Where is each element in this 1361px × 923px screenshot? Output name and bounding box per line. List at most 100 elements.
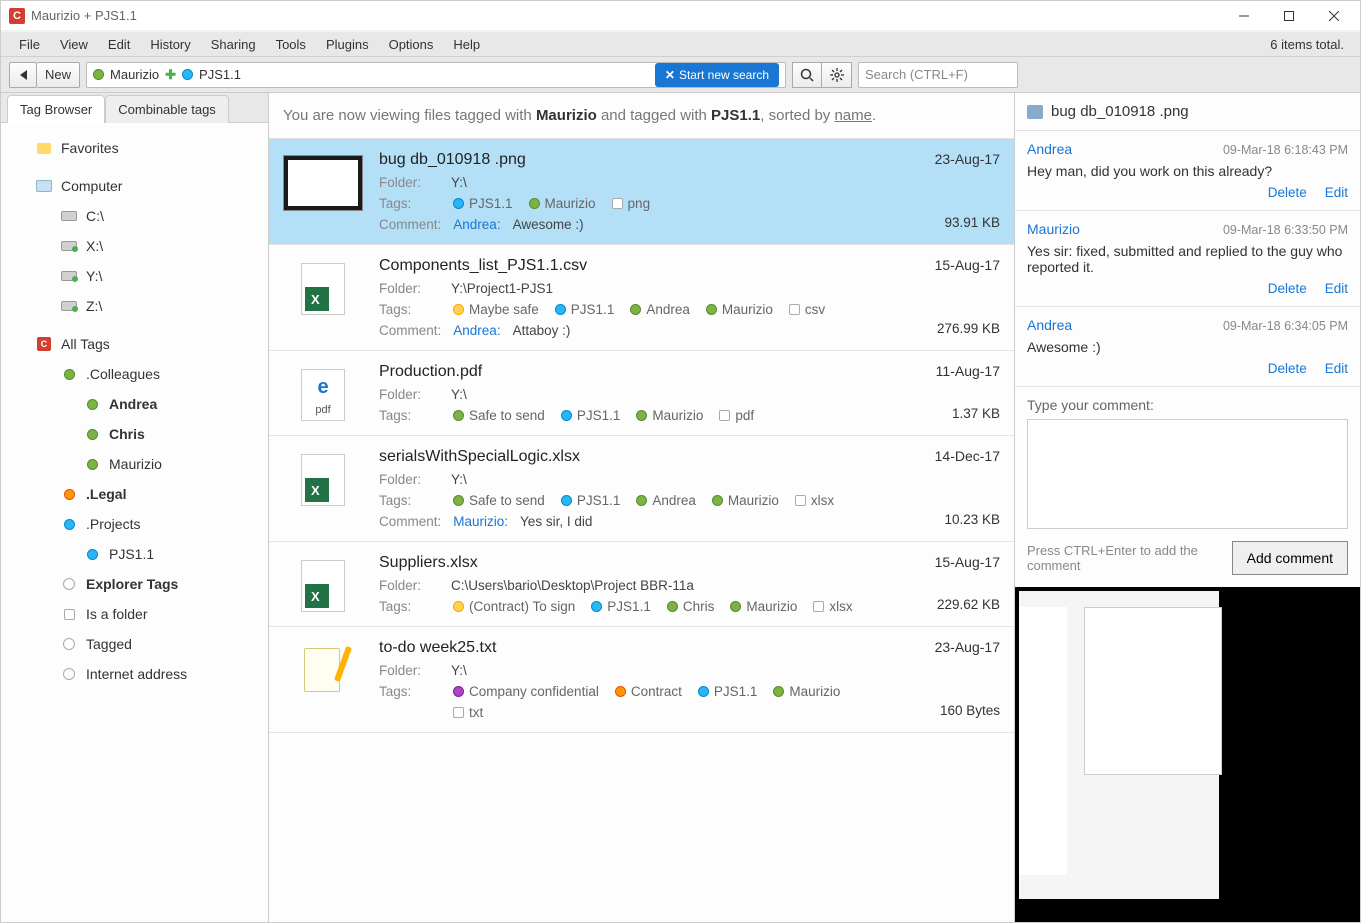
menu-history[interactable]: History — [140, 37, 200, 52]
tree-is-folder[interactable]: Is a folder — [5, 599, 264, 629]
tag-chip[interactable]: Maurizio — [634, 408, 705, 423]
tree-tagged[interactable]: Tagged — [5, 629, 264, 659]
file-item[interactable]: to-do week25.txt23-Aug-17 Folder:Y:\ Tag… — [269, 627, 1014, 733]
tree-andrea[interactable]: Andrea — [5, 389, 264, 419]
menu-plugins[interactable]: Plugins — [316, 37, 379, 52]
tree-legal[interactable]: .Legal — [5, 479, 264, 509]
tree-colleagues[interactable]: .Colleagues — [5, 359, 264, 389]
tag-dot-icon — [64, 489, 75, 500]
comment-delete-link[interactable]: Delete — [1268, 281, 1307, 296]
menu-view[interactable]: View — [50, 37, 98, 52]
tag-chip[interactable]: Maurizio — [728, 599, 799, 614]
tag-chip[interactable]: Maurizio — [704, 302, 775, 317]
tag-chip[interactable]: Maurizio — [771, 684, 842, 699]
tag-chip[interactable]: Safe to send — [451, 408, 547, 423]
file-item[interactable]: bug db_010918 .png23-Aug-17 Folder:Y:\ T… — [269, 139, 1014, 245]
tag-chip[interactable]: csv — [787, 302, 827, 317]
comment-delete-link[interactable]: Delete — [1268, 361, 1307, 376]
tag-dot-icon — [87, 459, 98, 470]
menu-file[interactable]: File — [9, 37, 50, 52]
start-new-search-button[interactable]: ✕ Start new search — [655, 63, 779, 87]
tag-chip[interactable]: Safe to send — [451, 493, 547, 508]
menu-help[interactable]: Help — [443, 37, 490, 52]
tree-chris[interactable]: Chris — [5, 419, 264, 449]
comment-author[interactable]: Andrea — [1027, 317, 1072, 333]
tab-tag-browser[interactable]: Tag Browser — [7, 95, 105, 123]
tag-chip[interactable]: PJS1.1 — [553, 302, 617, 317]
file-date: 15-Aug-17 — [935, 257, 1000, 273]
comment-edit-link[interactable]: Edit — [1325, 185, 1348, 200]
file-date: 11-Aug-17 — [936, 363, 1000, 379]
back-button[interactable] — [9, 62, 37, 88]
sort-link[interactable]: name — [834, 107, 872, 124]
menu-tools[interactable]: Tools — [266, 37, 316, 52]
tag-path-bar[interactable]: Maurizio ✚ PJS1.1 ✕ Start new search — [86, 62, 786, 88]
comment-edit-link[interactable]: Edit — [1325, 281, 1348, 296]
tag-chip[interactable]: png — [610, 196, 653, 211]
filter-description: You are now viewing files tagged with Ma… — [269, 93, 1014, 139]
tag-chip[interactable]: Company confidential — [451, 684, 601, 699]
comment-input[interactable] — [1027, 419, 1348, 529]
close-icon: ✕ — [665, 68, 675, 82]
tag-dot-icon — [87, 549, 98, 560]
settings-button[interactable] — [822, 62, 852, 88]
tree-drive-y[interactable]: Y:\ — [5, 261, 264, 291]
new-button[interactable]: New — [37, 62, 80, 88]
tree-pjs11[interactable]: PJS1.1 — [5, 539, 264, 569]
plus-icon[interactable]: ✚ — [165, 67, 176, 83]
tag-chip[interactable]: pdf — [717, 408, 756, 423]
comment-author[interactable]: Andrea — [1027, 141, 1072, 157]
minimize-button[interactable] — [1221, 2, 1266, 30]
tag-chip[interactable]: xlsx — [793, 493, 836, 508]
tree-explorer-tags[interactable]: Explorer Tags — [5, 569, 264, 599]
file-item[interactable]: serialsWithSpecialLogic.xlsx14-Dec-17 Fo… — [269, 436, 1014, 542]
tag-chip[interactable]: Andrea — [628, 302, 692, 317]
tag-chip[interactable]: PJS1.1 — [559, 408, 623, 423]
tree-favorites[interactable]: Favorites — [5, 133, 264, 163]
comment-edit-link[interactable]: Edit — [1325, 361, 1348, 376]
search-icon-button[interactable] — [792, 62, 822, 88]
file-date: 15-Aug-17 — [935, 554, 1000, 570]
maximize-button[interactable] — [1266, 2, 1311, 30]
tree-projects[interactable]: .Projects — [5, 509, 264, 539]
menu-sharing[interactable]: Sharing — [201, 37, 266, 52]
tab-combinable-tags[interactable]: Combinable tags — [105, 95, 229, 123]
file-item[interactable]: Suppliers.xlsx15-Aug-17 Folder:C:\Users\… — [269, 542, 1014, 627]
file-item[interactable]: pdf Production.pdf11-Aug-17 Folder:Y:\ T… — [269, 351, 1014, 436]
comment-item: Andrea09-Mar-18 6:34:05 PM Awesome :) De… — [1015, 307, 1360, 387]
tree-computer[interactable]: Computer — [5, 171, 264, 201]
tree-drive-x[interactable]: X:\ — [5, 231, 264, 261]
tag-chip[interactable]: PJS1.1 — [696, 684, 760, 699]
tag-chip[interactable]: Andrea — [634, 493, 698, 508]
search-input[interactable]: Search (CTRL+F) — [858, 62, 1018, 88]
menu-options[interactable]: Options — [379, 37, 444, 52]
drive-icon — [61, 211, 77, 221]
tag-chip[interactable]: (Contract) To sign — [451, 599, 577, 614]
comment-text: Yes sir, I did — [520, 514, 592, 529]
tree-drive-z[interactable]: Z:\ — [5, 291, 264, 321]
file-item[interactable]: Components_list_PJS1.1.csv15-Aug-17 Fold… — [269, 245, 1014, 351]
tag-chip[interactable]: xlsx — [811, 599, 854, 614]
comment-author[interactable]: Maurizio — [1027, 221, 1080, 237]
tag-box-icon — [719, 410, 730, 421]
tag-box-icon — [795, 495, 806, 506]
comment-delete-link[interactable]: Delete — [1268, 185, 1307, 200]
tag-chip[interactable]: Maurizio — [710, 493, 781, 508]
tag-chip[interactable]: Contract — [613, 684, 684, 699]
tree-all-tags[interactable]: CAll Tags — [5, 329, 264, 359]
close-button[interactable] — [1311, 2, 1356, 30]
drive-icon — [61, 271, 77, 281]
tree-internet[interactable]: Internet address — [5, 659, 264, 689]
menu-edit[interactable]: Edit — [98, 37, 140, 52]
add-comment-button[interactable]: Add comment — [1232, 541, 1348, 575]
tree-maurizio[interactable]: Maurizio — [5, 449, 264, 479]
tag-chip[interactable]: PJS1.1 — [589, 599, 653, 614]
tag-chip[interactable]: Chris — [665, 599, 717, 614]
tag-chip[interactable]: Maurizio — [527, 196, 598, 211]
tag-dot-icon — [453, 686, 464, 697]
tag-chip[interactable]: txt — [451, 705, 485, 720]
tag-chip[interactable]: PJS1.1 — [451, 196, 515, 211]
tree-drive-c[interactable]: C:\ — [5, 201, 264, 231]
tag-chip[interactable]: PJS1.1 — [559, 493, 623, 508]
tag-chip[interactable]: Maybe safe — [451, 302, 541, 317]
